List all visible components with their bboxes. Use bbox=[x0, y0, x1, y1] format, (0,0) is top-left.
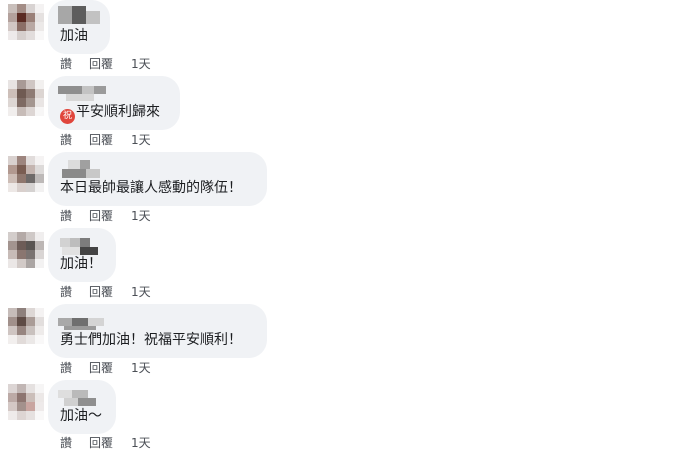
comment-item: 加油！ 讚 回覆 1天 bbox=[0, 228, 680, 304]
comment-bubble: 加油～ bbox=[48, 380, 116, 434]
like-button[interactable]: 讚 bbox=[60, 57, 72, 71]
comment-text: 加油 bbox=[60, 28, 88, 44]
like-button[interactable]: 讚 bbox=[60, 285, 72, 299]
comment-text: 勇士們加油！祝福平安順利！ bbox=[60, 332, 242, 348]
comment-item: 祝平安順利歸來 讚 回覆 1天 bbox=[0, 76, 680, 152]
timestamp[interactable]: 1天 bbox=[131, 361, 151, 375]
comment-text: 祝平安順利歸來 bbox=[60, 103, 160, 124]
timestamp[interactable]: 1天 bbox=[131, 285, 151, 299]
comment-item: 加油 讚 回覆 1天 bbox=[0, 0, 680, 76]
like-button[interactable]: 讚 bbox=[60, 361, 72, 375]
comment-bubble: 加油！ bbox=[48, 228, 116, 282]
timestamp[interactable]: 1天 bbox=[131, 133, 151, 147]
comment-bubble: 加油 bbox=[48, 0, 110, 54]
comment-text: 加油～ bbox=[60, 408, 102, 424]
comment-bubble: 勇士們加油！祝福平安順利！ bbox=[48, 304, 267, 358]
avatar[interactable] bbox=[8, 4, 44, 40]
commenter-name[interactable] bbox=[58, 234, 102, 255]
reply-button[interactable]: 回覆 bbox=[89, 133, 113, 147]
reply-button[interactable]: 回覆 bbox=[89, 285, 113, 299]
comment-item: 本日最帥最讓人感動的隊伍！ 讚 回覆 1天 bbox=[0, 152, 680, 228]
timestamp[interactable]: 1天 bbox=[131, 57, 151, 71]
avatar[interactable] bbox=[8, 308, 44, 344]
avatar[interactable] bbox=[8, 232, 44, 268]
comment-item: 勇士們加油！祝福平安順利！ 讚 回覆 1天 bbox=[0, 304, 680, 380]
reply-button[interactable]: 回覆 bbox=[89, 361, 113, 375]
commenter-name[interactable] bbox=[58, 386, 102, 406]
reply-button[interactable]: 回覆 bbox=[89, 436, 113, 450]
like-button[interactable]: 讚 bbox=[60, 133, 72, 147]
comment-bubble: 本日最帥最讓人感動的隊伍！ bbox=[48, 152, 267, 206]
like-button[interactable]: 讚 bbox=[60, 436, 72, 450]
comment-text: 本日最帥最讓人感動的隊伍！ bbox=[60, 180, 242, 196]
comment-item: 加油～ 讚 回覆 1天 bbox=[0, 380, 680, 451]
timestamp[interactable]: 1天 bbox=[131, 209, 151, 223]
comment-bubble: 祝平安順利歸來 bbox=[48, 76, 180, 130]
commenter-name[interactable] bbox=[58, 82, 106, 101]
comment-text: 加油！ bbox=[60, 256, 102, 272]
blessing-emoji-icon: 祝 bbox=[60, 109, 75, 124]
commenter-name[interactable] bbox=[58, 310, 104, 330]
reply-button[interactable]: 回覆 bbox=[89, 209, 113, 223]
commenter-name[interactable] bbox=[58, 158, 102, 178]
timestamp[interactable]: 1天 bbox=[131, 436, 151, 450]
avatar[interactable] bbox=[8, 384, 44, 420]
like-button[interactable]: 讚 bbox=[60, 209, 72, 223]
avatar[interactable] bbox=[8, 80, 44, 116]
comment-feed: 加油 讚 回覆 1天 祝平安順利歸來 讚 回覆 1天 本日最帥最讓人感動的隊伍！… bbox=[0, 0, 680, 451]
avatar[interactable] bbox=[8, 156, 44, 192]
reply-button[interactable]: 回覆 bbox=[89, 57, 113, 71]
commenter-name[interactable] bbox=[58, 6, 102, 24]
